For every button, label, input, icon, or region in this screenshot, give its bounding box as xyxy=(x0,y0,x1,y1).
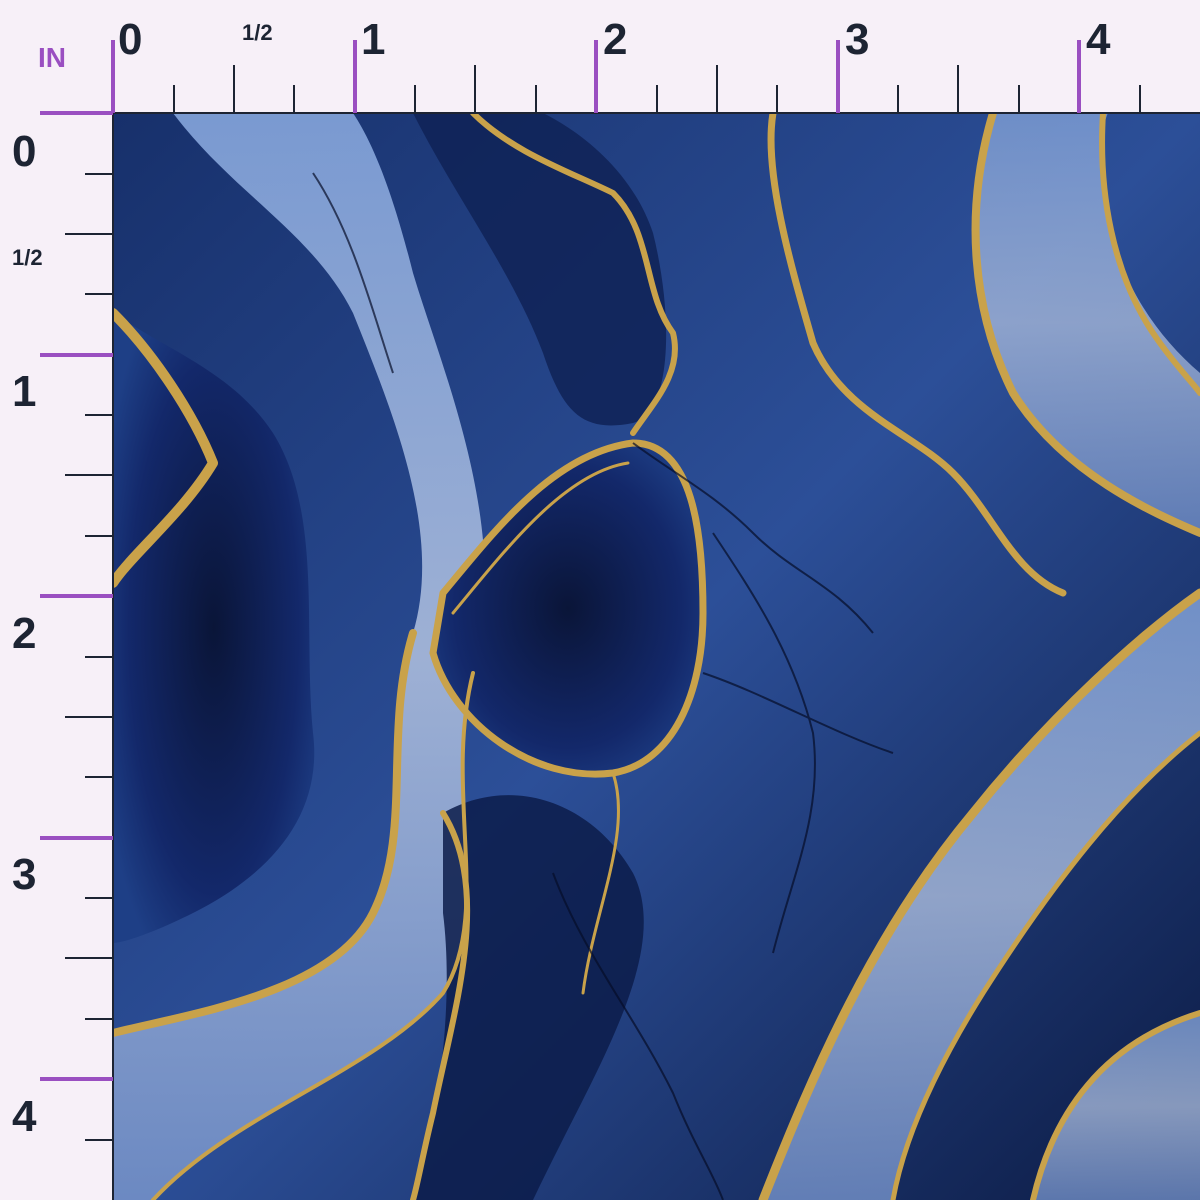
top-label-2: 2 xyxy=(603,15,628,64)
top-label-3: 3 xyxy=(845,15,870,64)
left-label-0: 0 xyxy=(12,127,37,176)
top-label-half: 1/2 xyxy=(242,20,273,45)
fabric-swatch-image xyxy=(113,113,1200,1200)
top-label-4: 4 xyxy=(1086,15,1111,64)
left-label-2: 2 xyxy=(12,609,37,658)
top-label-0: 0 xyxy=(118,15,143,64)
left-label-1: 1 xyxy=(12,367,37,416)
left-label-half: 1/2 xyxy=(12,245,43,270)
left-label-4: 4 xyxy=(12,1092,37,1141)
left-label-3: 3 xyxy=(12,850,37,899)
top-label-1: 1 xyxy=(361,15,386,64)
ruler-unit-label: IN xyxy=(38,42,66,73)
